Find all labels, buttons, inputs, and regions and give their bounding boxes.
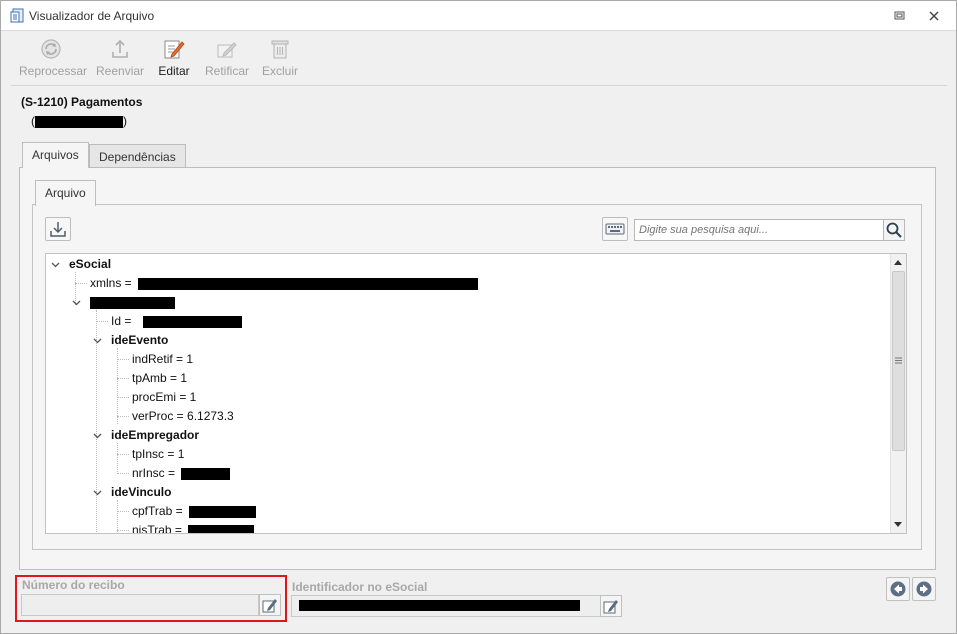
tree-node-esocial[interactable]: eSocial	[69, 255, 111, 273]
search-button[interactable]	[883, 219, 905, 241]
tree-node-nis-trab[interactable]: nisTrab =	[132, 521, 255, 533]
tree-node-ver-proc[interactable]: verProc = 6.1273.3	[132, 407, 234, 425]
search-input[interactable]	[634, 219, 884, 241]
tree-node-tp-insc[interactable]: tpInsc = 1	[132, 445, 184, 463]
scroll-down-icon[interactable]	[893, 521, 903, 529]
identificador-edit-button[interactable]	[600, 595, 622, 617]
previous-button[interactable]	[886, 577, 910, 601]
reprocess-button[interactable]: Reprocessar	[19, 35, 88, 81]
chevron-down-icon[interactable]	[93, 488, 102, 497]
delete-label: Excluir	[261, 64, 298, 78]
title-bar: Visualizador de Arquivo	[1, 1, 956, 31]
upload-icon	[112, 39, 128, 58]
tab-dependencias[interactable]: Dependências	[89, 144, 186, 168]
download-icon	[50, 222, 66, 237]
tree-node-ide-empregador[interactable]: ideEmpregador	[111, 426, 199, 444]
tab-arquivos-label: Arquivos	[32, 148, 79, 162]
edit-icon	[164, 40, 185, 59]
keyboard-button[interactable]	[602, 217, 628, 241]
delete-button[interactable]: Excluir	[261, 35, 299, 81]
tree-guide	[117, 511, 129, 512]
tree-node-ide-vinculo[interactable]: ideVinculo	[111, 483, 171, 501]
reprocess-label: Reprocessar	[19, 64, 88, 78]
close-icon[interactable]	[925, 8, 943, 24]
tree-node-tp-amb[interactable]: tpAmb = 1	[132, 369, 187, 387]
tree-guide	[117, 378, 129, 379]
redacted-text	[188, 524, 255, 533]
rectify-button[interactable]: Retificar	[203, 35, 251, 81]
edit-button[interactable]: Editar	[156, 35, 192, 81]
keyboard-icon	[605, 223, 625, 235]
next-button[interactable]	[912, 577, 936, 601]
tree-guide	[117, 397, 129, 398]
xml-tree[interactable]: eSocial xmlns = Id = ideEvento indRetif …	[45, 253, 907, 534]
file-viewer-window: Visualizador de Arquivo Reprocessar Reen…	[0, 0, 957, 634]
redacted-text	[142, 315, 242, 328]
search-icon	[886, 222, 902, 238]
tree-node-cpf-trab[interactable]: cpfTrab =	[132, 502, 256, 520]
redacted-text	[138, 277, 479, 290]
tree-node-nr-insc[interactable]: nrInsc =	[132, 464, 231, 482]
numero-recibo-label: Número do recibo	[22, 578, 125, 592]
tree-guide	[96, 321, 108, 322]
numero-recibo-edit-button[interactable]	[259, 594, 281, 616]
download-button[interactable]	[45, 217, 71, 241]
arrow-right-icon	[916, 581, 932, 597]
chevron-down-icon[interactable]	[93, 336, 102, 345]
tab-arquivo[interactable]: Arquivo	[35, 180, 96, 206]
resend-button[interactable]: Reenviar	[96, 35, 144, 81]
scroll-up-icon[interactable]	[893, 258, 903, 266]
window-title: Visualizador de Arquivo	[29, 9, 155, 23]
redacted-text	[188, 505, 256, 518]
rectify-icon	[217, 42, 237, 58]
chevron-down-icon[interactable]	[93, 431, 102, 440]
tab-arquivos[interactable]: Arquivos	[22, 142, 89, 168]
trash-icon	[271, 40, 289, 59]
arrow-left-icon	[890, 581, 906, 597]
edit-label: Editar	[158, 64, 190, 78]
event-subtitle: ()	[31, 114, 127, 128]
toolbar-divider	[11, 85, 947, 86]
event-title: (S-1210) Pagamentos	[21, 95, 143, 109]
tree-guide	[117, 443, 118, 472]
edit-icon	[603, 600, 618, 614]
chevron-down-icon[interactable]	[72, 298, 81, 307]
redacted-text	[90, 296, 175, 309]
tree-guide	[117, 473, 129, 474]
tree-guide	[117, 359, 129, 360]
tree-node-xmlns[interactable]: xmlns =	[90, 274, 479, 292]
redacted-text	[299, 600, 580, 611]
file-viewer-icon	[10, 8, 24, 23]
resend-label: Reenviar	[96, 64, 145, 78]
numero-recibo-field[interactable]	[21, 594, 259, 616]
redacted-text	[35, 115, 123, 128]
tree-guide	[75, 283, 87, 284]
identificador-label: Identificador no eSocial	[292, 580, 428, 594]
tree-guide	[117, 416, 129, 417]
tree-guide	[117, 454, 129, 455]
identificador-field[interactable]	[291, 595, 601, 617]
tree-node-id[interactable]: Id =	[111, 312, 242, 330]
tab-arquivo-label: Arquivo	[45, 186, 86, 200]
tree-node-evento[interactable]	[90, 293, 175, 311]
redacted-text	[181, 467, 231, 480]
tab-dependencias-label: Dependências	[99, 150, 176, 164]
chevron-down-icon[interactable]	[51, 260, 60, 269]
restore-icon[interactable]	[891, 8, 909, 24]
tree-guide	[117, 530, 129, 531]
edit-icon	[262, 599, 277, 613]
tree-node-ind-retif[interactable]: indRetif = 1	[132, 350, 193, 368]
tree-guide	[117, 500, 118, 533]
reprocess-icon	[41, 39, 61, 59]
grip-icon	[895, 357, 902, 364]
tree-node-ide-evento[interactable]: ideEvento	[111, 331, 168, 349]
tree-node-proc-emi[interactable]: procEmi = 1	[132, 388, 196, 406]
rectify-label: Retificar	[204, 64, 249, 78]
